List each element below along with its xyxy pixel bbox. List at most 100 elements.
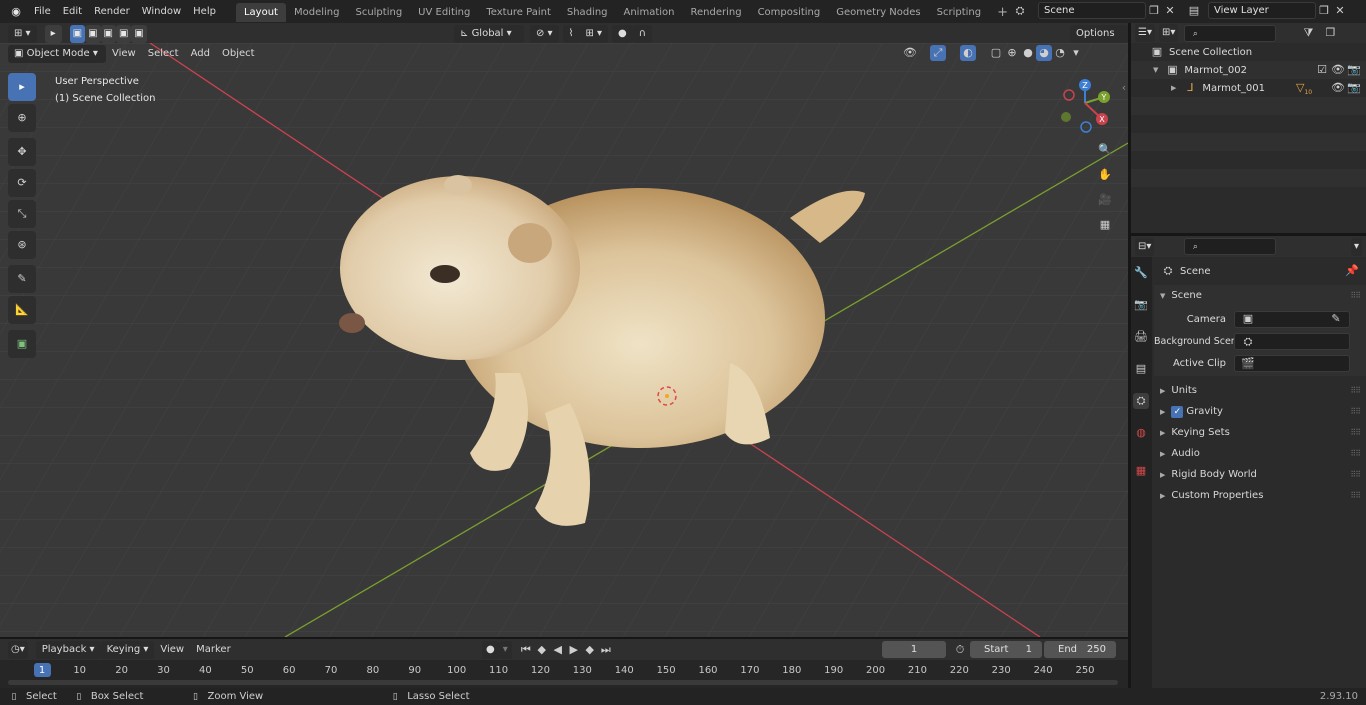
outliner-display-mode[interactable]: ⊞▾ [1158, 24, 1179, 42]
jump-start-icon[interactable]: ⏮ [518, 642, 534, 658]
keying-set-dropdown[interactable]: ▾ [498, 641, 512, 659]
select-mode-intersect[interactable]: ▣ [131, 25, 147, 43]
visibility-icon[interactable]: 👁 [902, 45, 918, 61]
zoom-icon[interactable]: 🔍 [1097, 142, 1113, 158]
area-divider[interactable] [0, 637, 1128, 639]
orientation-dropdown[interactable]: ⊾ Global ▾ [454, 25, 524, 43]
output-tab-icon[interactable]: 🖨 [1133, 329, 1149, 345]
tab-sculpting[interactable]: Sculpting [347, 3, 410, 22]
menu-render[interactable]: Render [88, 0, 136, 23]
current-frame-field[interactable]: 1 [882, 641, 946, 658]
transform-tool[interactable]: ⊛ [8, 231, 36, 259]
area-divider[interactable] [1131, 233, 1366, 236]
checkbox-icon[interactable]: ☑ [1314, 62, 1330, 78]
rendered-shading-icon[interactable]: ◔ [1052, 45, 1068, 61]
play-reverse-icon[interactable]: ◀ [550, 642, 566, 658]
pin-icon[interactable]: 📌 [1344, 263, 1360, 279]
tab-compositing[interactable]: Compositing [750, 3, 829, 22]
camera-view-icon[interactable]: 🎥 [1097, 192, 1113, 208]
tab-texture-paint[interactable]: Texture Paint [478, 3, 559, 22]
tab-geometry-nodes[interactable]: Geometry Nodes [828, 3, 928, 22]
world-tab-icon[interactable]: ◍ [1133, 425, 1149, 441]
view-layer-icon[interactable]: ▤ [1186, 3, 1202, 19]
viewport-menu-add[interactable]: Add [185, 45, 216, 63]
texture-tab-icon[interactable]: ▦ [1133, 463, 1149, 479]
outliner-editor-type[interactable]: ☰▾ [1135, 24, 1155, 42]
scene-icon[interactable]: ⛭ [1012, 3, 1028, 19]
blender-logo-icon[interactable]: ◉ [8, 4, 24, 20]
sidebar-toggle-icon[interactable]: ‹ [1116, 80, 1128, 96]
overlay-toggle-icon[interactable]: ◐ [960, 45, 976, 61]
drag-grip-icon[interactable]: ⠿⠿ [1350, 470, 1361, 479]
select-mode-invert[interactable]: ▣ [115, 25, 132, 43]
frame-ruler[interactable]: 1 10 20 30 40 50 60 70 80 90 100 110 120 130 140 150 160… [0, 660, 1128, 680]
new-view-layer-icon[interactable]: ❐ [1316, 3, 1332, 19]
wireframe-shading-icon[interactable]: ⊕ [1004, 45, 1020, 61]
tool-tab-icon[interactable]: 🔧 [1133, 265, 1149, 281]
drag-grip-icon[interactable]: ⠿⠿ [1350, 449, 1361, 458]
active-clip-field[interactable]: 🎬 [1234, 354, 1350, 372]
properties-editor-type[interactable]: ⊟▾ [1135, 237, 1155, 256]
play-icon[interactable]: ▶ [566, 642, 582, 658]
timeline-area[interactable]: 1 10 20 30 40 50 60 70 80 90 100 110 120 130 140 150 160… [0, 660, 1128, 688]
drag-grip-icon[interactable]: ⠿⠿ [1350, 386, 1361, 395]
scene-name-field[interactable]: Scene [1038, 2, 1146, 19]
tab-uv-editing[interactable]: UV Editing [410, 3, 478, 22]
start-frame-field[interactable]: Start 1 [970, 641, 1042, 658]
rotate-tool[interactable]: ⟳ [8, 169, 36, 197]
select-mode-new[interactable]: ▣ [69, 25, 86, 43]
prev-keyframe-icon[interactable]: ◆ [534, 642, 550, 658]
timeline-marker-menu[interactable]: Marker [190, 641, 237, 659]
move-tool[interactable]: ✥ [8, 138, 36, 166]
pivot-dropdown[interactable]: ⊘ ▾ [530, 25, 559, 43]
delete-scene-icon[interactable]: ✕ [1162, 3, 1178, 19]
camera-field[interactable]: ▣ ✎ [1234, 310, 1350, 328]
tab-shading[interactable]: Shading [559, 3, 616, 22]
render-tab-icon[interactable]: 📷 [1133, 297, 1149, 313]
render-camera-icon[interactable]: 📷 [1346, 62, 1362, 78]
viewport-menu-select[interactable]: Select [142, 45, 185, 63]
properties-options-dropdown[interactable]: ▾ [1350, 237, 1362, 256]
auto-keying-toggle[interactable]: ● [482, 641, 499, 659]
background-scene-field[interactable]: ⛭ [1234, 332, 1350, 350]
menu-window[interactable]: Window [136, 0, 187, 23]
mode-dropdown[interactable]: ▣ Object Mode ▾ [8, 45, 106, 63]
annotate-tool[interactable]: ✎ [8, 265, 36, 293]
outliner-row-scene-collection[interactable]: ▣ Scene Collection [1131, 43, 1366, 61]
scene-tab-icon[interactable]: ⛭ [1133, 393, 1149, 409]
outliner-row-marmot-002[interactable]: ▼ ▣ Marmot_002 ☑ 👁 📷 [1131, 61, 1366, 79]
keying-menu[interactable]: Keying ▾ [100, 641, 155, 659]
next-keyframe-icon[interactable]: ◆ [582, 642, 598, 658]
proportional-edit-toggle[interactable]: ● [612, 25, 633, 43]
proportional-falloff-dropdown[interactable]: ∩ [632, 25, 653, 43]
menu-file[interactable]: File [28, 0, 57, 23]
ortho-grid-icon[interactable]: ▦ [1097, 217, 1113, 233]
editor-type-button[interactable]: ⊞ ▾ [8, 25, 37, 43]
end-frame-field[interactable]: End 250 [1044, 641, 1116, 658]
menu-help[interactable]: Help [187, 0, 222, 23]
measure-tool[interactable]: 📐 [8, 296, 36, 324]
select-mode-subtract[interactable]: ▣ [100, 25, 116, 43]
panel-audio[interactable]: ▶ Audio ⠿⠿ [1154, 443, 1366, 464]
panel-rigid-body-world[interactable]: ▶ Rigid Body World ⠿⠿ [1154, 464, 1366, 485]
outliner-search-input[interactable]: ⌕ [1184, 24, 1277, 42]
collapse-triangle-icon[interactable]: ▶ [1171, 84, 1176, 92]
tab-scripting[interactable]: Scripting [929, 3, 989, 22]
stopwatch-icon[interactable]: ⏱ [952, 642, 968, 658]
tab-layout[interactable]: Layout [235, 3, 286, 22]
viewport-menu-view[interactable]: View [106, 45, 142, 63]
timeline-editor-type[interactable]: ◷▾ [8, 641, 28, 659]
expand-triangle-icon[interactable]: ▼ [1153, 66, 1158, 74]
eye-icon[interactable]: 👁 [1330, 80, 1346, 96]
panel-keying-sets[interactable]: ▶ Keying Sets ⠿⠿ [1154, 422, 1366, 443]
snap-toggle[interactable]: ⌇ [562, 25, 580, 43]
cursor-tool[interactable]: ⊕ [8, 104, 36, 132]
select-box-tool[interactable]: ▸ [8, 73, 36, 101]
area-divider[interactable] [1128, 23, 1131, 688]
shading-options-icon[interactable]: ▾ [1068, 45, 1084, 61]
outliner-row-marmot-001[interactable]: ▶ ⅃ Marmot_001 ▽10 👁 📷 [1131, 79, 1366, 97]
options-dropdown[interactable]: Options ▾ [1070, 25, 1128, 57]
properties-search-input[interactable]: ⌕ [1184, 238, 1277, 255]
timeline-view-menu[interactable]: View [154, 641, 190, 659]
add-cube-tool[interactable]: ▣ [8, 330, 36, 358]
